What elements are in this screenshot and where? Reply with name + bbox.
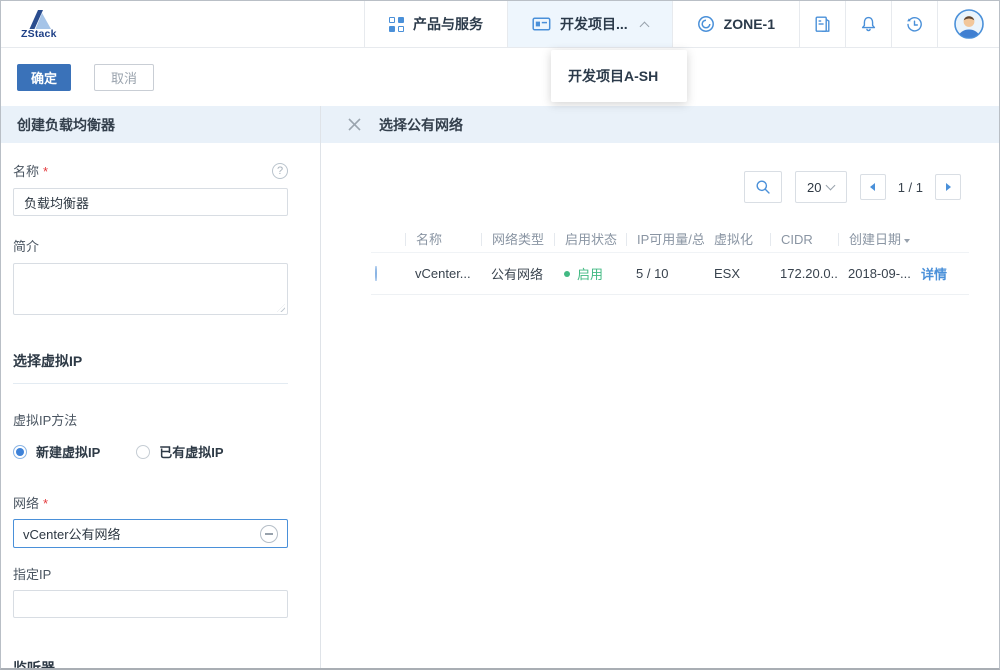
cell-name: vCenter... bbox=[405, 266, 481, 281]
vip-method-radio-group: 新建虚拟IP 已有虚拟IP bbox=[13, 442, 288, 461]
nav-zone-selector[interactable]: ZONE-1 bbox=[672, 1, 799, 47]
nav-project-switcher[interactable]: 开发项目... bbox=[507, 1, 672, 47]
cell-ip-usage: 5 / 10 bbox=[626, 266, 704, 281]
prev-arrow-icon bbox=[870, 183, 875, 191]
specify-ip-input[interactable] bbox=[13, 590, 288, 618]
history-clock-icon bbox=[905, 15, 924, 34]
cancel-button[interactable]: 取消 bbox=[94, 64, 154, 91]
col-network-type: 网络类型 bbox=[481, 233, 554, 246]
select-network-panel: 选择公有网络 20 1 / 1 bbox=[321, 106, 999, 669]
name-input[interactable] bbox=[13, 188, 288, 216]
search-icon bbox=[755, 179, 771, 195]
radio-new-vip[interactable]: 新建虚拟IP bbox=[13, 442, 100, 461]
table-header: 名称 网络类型 启用状态 IP可用量/总额 虚拟化 CIDR 创建日期 bbox=[371, 227, 969, 253]
cell-network-type: 公有网络 bbox=[481, 264, 554, 283]
specify-ip-label: 指定IP bbox=[13, 564, 288, 583]
name-label: 名称 bbox=[13, 164, 39, 179]
logo-text: ZStack bbox=[21, 28, 57, 40]
cell-created-date: 2018-09-... bbox=[838, 266, 911, 281]
nav-label: 开发项目... bbox=[560, 14, 628, 34]
vip-section-title: 选择虚拟IP bbox=[13, 351, 288, 384]
col-created-date[interactable]: 创建日期 bbox=[838, 233, 911, 246]
page-indicator: 1 / 1 bbox=[898, 180, 923, 195]
action-toolbar: 确定 取消 bbox=[1, 48, 999, 106]
create-lb-panel: 创建负载均衡器 名称 * ? 简介 选择虚拟IP 虚拟IP方法 新建虚拟IP bbox=[1, 106, 321, 669]
network-select-field[interactable]: vCenter公有网络 bbox=[13, 519, 288, 548]
row-radio-checked[interactable] bbox=[375, 266, 377, 281]
required-asterisk: * bbox=[43, 496, 48, 511]
description-textarea[interactable] bbox=[13, 263, 288, 315]
col-name: 名称 bbox=[405, 233, 481, 246]
audit-log-button[interactable] bbox=[799, 1, 845, 47]
next-arrow-icon bbox=[946, 183, 951, 191]
cell-cidr: 172.20.0... bbox=[770, 266, 838, 281]
network-table: 名称 网络类型 启用状态 IP可用量/总额 虚拟化 CIDR 创建日期 vCen… bbox=[371, 227, 969, 295]
nav-label: ZONE-1 bbox=[724, 16, 775, 32]
page-size-value: 20 bbox=[807, 180, 821, 195]
col-virtualization: 虚拟化 bbox=[704, 233, 770, 246]
zstack-logo[interactable]: ZStack bbox=[1, 1, 57, 47]
cell-status: 启用 bbox=[554, 264, 626, 283]
top-nav-items: 产品与服务 开发项目... ZONE-1 bbox=[364, 1, 999, 47]
required-asterisk: * bbox=[43, 164, 48, 179]
detail-link[interactable]: 详情 bbox=[911, 264, 971, 283]
left-panel-header: 创建负载均衡器 bbox=[1, 106, 320, 143]
products-grid-icon bbox=[389, 17, 404, 32]
table-row[interactable]: vCenter... 公有网络 启用 5 / 10 ESX 172.20.0..… bbox=[371, 253, 969, 295]
project-card-icon bbox=[532, 16, 551, 32]
description-textarea-wrap bbox=[13, 263, 288, 315]
radio-unchecked-icon bbox=[136, 445, 150, 459]
network-label: 网络 bbox=[13, 496, 39, 511]
app-window: ZStack 产品与服务 开发项目... bbox=[0, 0, 1000, 670]
sort-icon bbox=[904, 239, 910, 243]
remove-minus-icon[interactable] bbox=[260, 525, 278, 543]
document-icon bbox=[813, 15, 832, 34]
user-avatar-icon bbox=[953, 8, 985, 40]
help-icon[interactable]: ? bbox=[272, 163, 288, 179]
page-size-select[interactable]: 20 bbox=[795, 171, 847, 203]
col-status: 启用状态 bbox=[554, 233, 626, 246]
prev-page-button[interactable] bbox=[860, 174, 886, 200]
operation-history-button[interactable] bbox=[891, 1, 937, 47]
main-content: 创建负载均衡器 名称 * ? 简介 选择虚拟IP 虚拟IP方法 新建虚拟IP bbox=[1, 106, 999, 669]
project-dropdown-item[interactable]: 开发项目A-SH bbox=[551, 56, 687, 96]
chevron-up-icon bbox=[639, 21, 649, 31]
network-value: vCenter公有网络 bbox=[23, 524, 121, 543]
left-panel-title: 创建负载均衡器 bbox=[17, 115, 115, 135]
radio-checked-icon bbox=[13, 445, 27, 459]
zone-gauge-icon bbox=[697, 15, 715, 33]
notification-bell-icon bbox=[859, 15, 878, 34]
radio-existing-vip[interactable]: 已有虚拟IP bbox=[136, 442, 223, 461]
right-panel-title: 选择公有网络 bbox=[379, 115, 463, 135]
vip-method-label: 虚拟IP方法 bbox=[13, 410, 288, 429]
confirm-button[interactable]: 确定 bbox=[17, 64, 71, 91]
chevron-down-icon bbox=[826, 180, 836, 190]
close-icon[interactable] bbox=[347, 117, 362, 132]
create-lb-form: 名称 * ? 简介 选择虚拟IP 虚拟IP方法 新建虚拟IP bbox=[1, 143, 320, 669]
nav-label: 产品与服务 bbox=[413, 14, 483, 34]
next-page-button[interactable] bbox=[935, 174, 961, 200]
listener-section-title: 监听器 bbox=[13, 658, 288, 669]
project-dropdown: 开发项目A-SH bbox=[551, 50, 687, 102]
cell-virtualization: ESX bbox=[704, 266, 770, 281]
notifications-button[interactable] bbox=[845, 1, 891, 47]
status-dot-icon bbox=[564, 271, 570, 277]
user-avatar[interactable] bbox=[937, 1, 999, 47]
search-button[interactable] bbox=[744, 171, 782, 203]
right-panel-header: 选择公有网络 bbox=[321, 106, 999, 143]
nav-products-services[interactable]: 产品与服务 bbox=[364, 1, 507, 47]
top-navbar: ZStack 产品与服务 开发项目... bbox=[1, 1, 999, 48]
description-label: 简介 bbox=[13, 236, 288, 255]
zstack-triangle-icon bbox=[26, 10, 52, 29]
col-cidr: CIDR bbox=[770, 233, 838, 246]
col-ip-usage: IP可用量/总额 bbox=[626, 233, 704, 246]
table-controls: 20 1 / 1 bbox=[321, 171, 961, 203]
